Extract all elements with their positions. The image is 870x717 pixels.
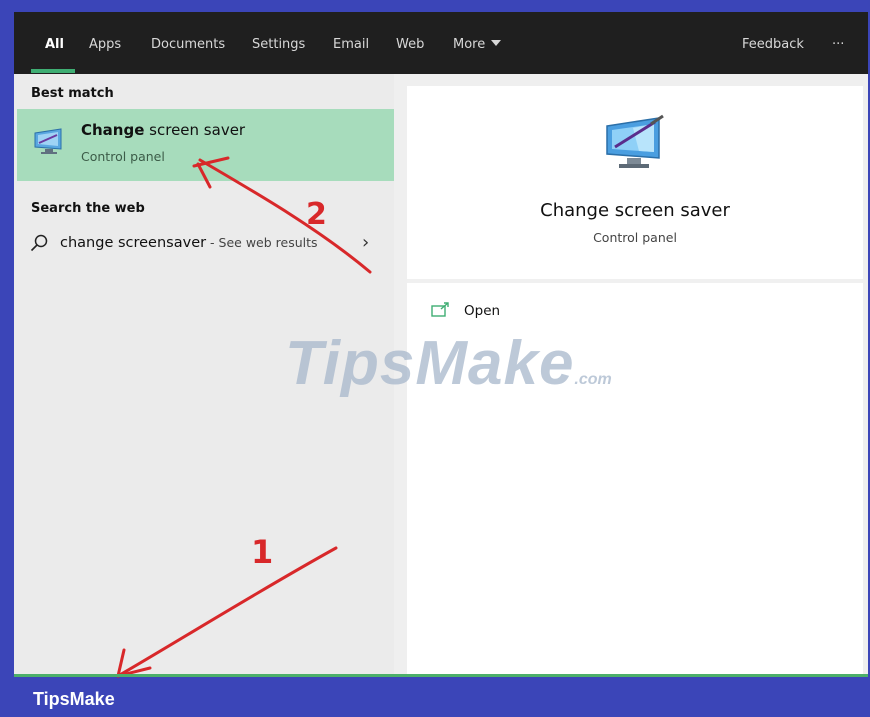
tab-all[interactable]: All [45,36,64,54]
feedback-link[interactable]: Feedback [742,36,804,54]
preview-title: Change screen saver [540,200,730,221]
search-tab-bar: All Apps Documents Settings Email Web Mo… [14,12,868,74]
best-match-title: Change screen saver [81,121,245,139]
search-icon [30,234,48,252]
taskbar-edge [14,674,868,677]
preview-subtitle: Control panel [593,230,677,245]
chevron-right-icon[interactable]: › [362,232,369,253]
best-match-title-rest: screen saver [144,121,246,139]
open-action[interactable]: Open [431,301,631,325]
tab-more-label: More [453,37,486,52]
open-window-icon [431,302,449,317]
best-match-heading: Best match [31,86,114,101]
active-tab-indicator [31,69,75,73]
tab-email[interactable]: Email [333,36,369,54]
tab-documents[interactable]: Documents [151,36,225,54]
screen-saver-monitor-icon [34,128,62,154]
caret-down-icon [491,40,502,46]
best-match-title-bold: Change [81,121,145,139]
search-web-heading: Search the web [31,201,145,216]
web-result-text: change screensaver - See web results [60,235,318,251]
watermark-suffix: .com [574,371,612,388]
tab-apps[interactable]: Apps [89,36,121,54]
more-options-icon[interactable]: ··· [832,36,844,54]
web-search-result[interactable]: change screensaver - See web results › [14,230,394,266]
footer-brand: TipsMake [33,689,115,709]
web-query: change screensaver [60,235,207,251]
preview-card: Change screen saver Control panel [407,86,863,279]
web-result-suffix: - See web results [206,235,318,250]
watermark-text: TipsMake [285,329,575,398]
best-match-subtitle: Control panel [81,149,165,164]
tipsmake-watermark: TipsMake.com [285,328,612,399]
best-match-result[interactable]: Change screen saver Control panel [17,109,394,181]
open-label: Open [464,303,501,319]
tab-settings[interactable]: Settings [252,36,305,54]
tab-more[interactable]: More [453,36,502,54]
tab-web[interactable]: Web [396,36,424,54]
screen-saver-monitor-icon [606,114,664,168]
